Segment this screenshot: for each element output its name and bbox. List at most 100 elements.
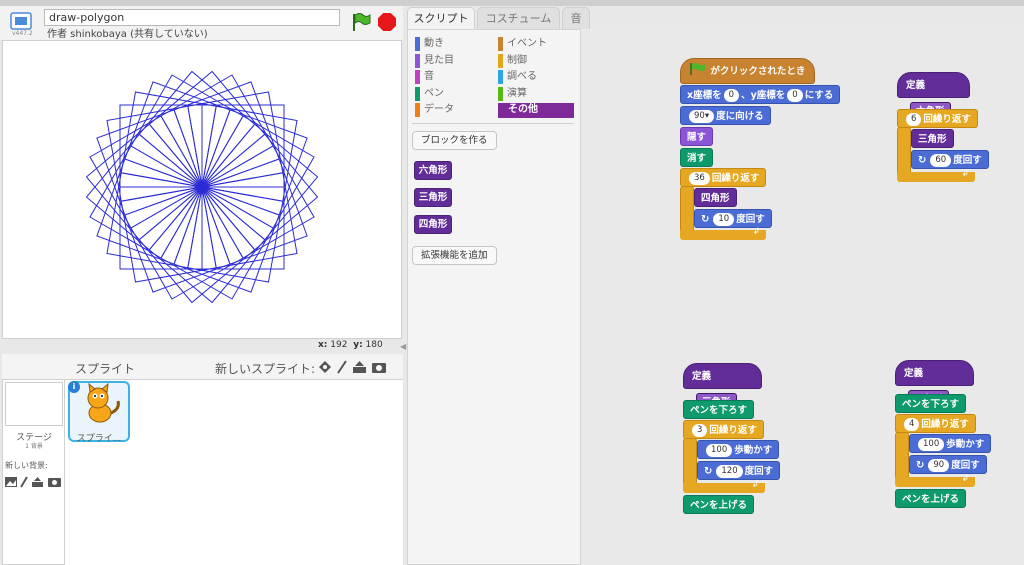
define-square-block[interactable]: 定義四角形	[895, 360, 974, 407]
pen-square	[124, 186, 231, 293]
define-triangle-block[interactable]: 定義三角形	[683, 363, 762, 410]
hexagon-turn-input[interactable]: 60	[930, 154, 952, 167]
call-square-block[interactable]: 四角形	[694, 188, 737, 207]
move-steps-input[interactable]: 100	[918, 438, 945, 451]
pen-square	[201, 123, 319, 241]
green-flag-icon[interactable]	[350, 12, 372, 32]
palette-block-hexagon[interactable]: 六角形	[414, 161, 452, 180]
stage-canvas[interactable]	[2, 40, 402, 339]
tab-sounds[interactable]: 音	[562, 7, 590, 29]
project-title-input[interactable]: draw-polygon	[44, 9, 340, 26]
square-turn-block[interactable]: ↻ 90 度回す	[909, 455, 987, 474]
direction-input[interactable]: 90▾	[689, 110, 715, 123]
backdrop-upload-icon[interactable]	[32, 477, 43, 487]
pen-up-block[interactable]: ペンを上げる	[683, 495, 755, 514]
pen-square	[130, 74, 244, 188]
square-turn-input[interactable]: 90	[928, 459, 950, 472]
pen-down-block[interactable]: ペンを下ろす	[895, 394, 967, 413]
stage-thumbnail[interactable]	[5, 382, 63, 426]
category-3[interactable]: ペン	[415, 86, 444, 101]
triangle-repeat-block[interactable]: 3 回繰り返す	[683, 420, 764, 439]
backdrop-count: 1 背景	[25, 443, 43, 450]
turn-degrees-input[interactable]: 10	[713, 213, 735, 226]
category-8[interactable]: 演算	[498, 86, 527, 101]
turn-right-icon: ↻	[701, 214, 710, 225]
pen-square	[201, 158, 308, 265]
triangle-repeat-end	[683, 480, 765, 493]
fullscreen-icon[interactable]	[10, 12, 32, 30]
category-0[interactable]: 動き	[415, 37, 444, 51]
pen-square	[138, 70, 256, 188]
pen-square	[85, 123, 203, 241]
paint-brush-icon[interactable]	[337, 360, 347, 374]
square-repeat-input[interactable]: 4	[904, 418, 920, 431]
turn-right-block[interactable]: ↻ 10 度回す	[694, 209, 772, 228]
pen-up-block[interactable]: ペンを上げる	[895, 489, 967, 508]
coord-x-value: 192	[330, 340, 348, 350]
new-backdrop-label: 新しい背景:	[5, 461, 48, 470]
stop-icon[interactable]	[378, 13, 396, 31]
hexagon-turn-block[interactable]: ↻ 60 度回す	[911, 150, 989, 169]
point-label: 度に向ける	[716, 111, 764, 122]
pen-square	[124, 81, 231, 188]
square-repeat-block[interactable]: 4 回繰り返す	[895, 414, 976, 433]
point-direction-block[interactable]: 90▾ 度に向ける	[680, 106, 771, 125]
category-2[interactable]: 音	[415, 70, 434, 84]
square-repeat-label: 回繰り返す	[921, 419, 969, 430]
palette-block-square[interactable]: 四角形	[414, 215, 452, 234]
triangle-repeat-label: 回繰り返す	[709, 425, 757, 436]
pen-square	[173, 186, 280, 293]
repeat-block[interactable]: 36 回繰り返す	[680, 168, 767, 187]
camera-icon[interactable]	[372, 363, 386, 373]
pen-square	[148, 70, 266, 188]
hexagon-repeat-block[interactable]: 6 回繰り返す	[897, 109, 978, 128]
add-extension-button[interactable]: 拡張機能を追加	[412, 246, 497, 265]
repeat-c-arm	[680, 186, 694, 232]
move-steps-block[interactable]: 100 歩動かす	[909, 434, 992, 453]
hide-block[interactable]: 隠す	[680, 127, 714, 146]
backdrop-library-icon[interactable]	[5, 477, 17, 487]
define-hexagon-block[interactable]: 定義六角形	[897, 72, 970, 119]
triangle-turn-input[interactable]: 120	[716, 465, 743, 478]
category-7[interactable]: 調べる	[498, 70, 537, 84]
hexagon-repeat-label: 回繰り返す	[923, 114, 971, 125]
turn-label: 度回す	[736, 214, 765, 225]
palette-divider	[412, 123, 574, 124]
pen-square	[138, 186, 256, 304]
make-block-button[interactable]: ブロックを作る	[412, 131, 497, 150]
category-5[interactable]: イベント	[498, 37, 547, 51]
pen-down-block[interactable]: ペンを下ろす	[683, 400, 755, 419]
goto-x-input[interactable]: 0	[723, 89, 740, 102]
goto-label-a: x座標を	[687, 90, 722, 101]
sprite-library-icon[interactable]	[319, 361, 331, 373]
tab-scripts[interactable]: スクリプト	[407, 7, 475, 29]
upload-icon[interactable]	[353, 361, 366, 373]
triangle-turn-block[interactable]: ↻ 120 度回す	[697, 461, 781, 480]
triangle-repeat-input[interactable]: 3	[692, 424, 708, 437]
clear-block[interactable]: 消す	[680, 148, 714, 167]
backdrop-camera-icon[interactable]	[48, 478, 61, 487]
define-label: 定義	[692, 371, 712, 382]
call-triangle-block[interactable]: 三角形	[911, 129, 954, 148]
backdrop-paint-icon[interactable]	[20, 476, 28, 488]
move-steps-block[interactable]: 100 歩動かす	[697, 440, 780, 459]
tab-costumes[interactable]: コスチューム	[477, 7, 560, 29]
move-steps-input[interactable]: 100	[706, 444, 733, 457]
collapse-arrow-icon[interactable]: ◀	[400, 342, 406, 351]
repeat-count-input[interactable]: 36	[689, 172, 710, 185]
goto-y-input[interactable]: 0	[787, 89, 803, 102]
category-9[interactable]: その他	[498, 103, 574, 118]
triangle-turn-label: 度回す	[744, 466, 774, 477]
sprite-info-icon[interactable]: i	[68, 381, 80, 393]
category-4[interactable]: データ	[415, 103, 454, 117]
palette-block-triangle[interactable]: 三角形	[414, 188, 452, 207]
category-1[interactable]: 見た目	[415, 53, 454, 68]
define-label: 定義	[906, 80, 926, 91]
category-6[interactable]: 制御	[498, 53, 527, 68]
pen-square	[89, 145, 203, 259]
repeat-label: 回繰り返す	[711, 173, 760, 184]
when-flag-clicked-block[interactable]: がクリックされたとき	[680, 58, 815, 84]
hexagon-repeat-c-arm	[897, 127, 911, 174]
hexagon-repeat-input[interactable]: 6	[906, 113, 922, 126]
go-to-xy-block[interactable]: x座標を 0 、y座標を 0 にする	[680, 85, 841, 104]
